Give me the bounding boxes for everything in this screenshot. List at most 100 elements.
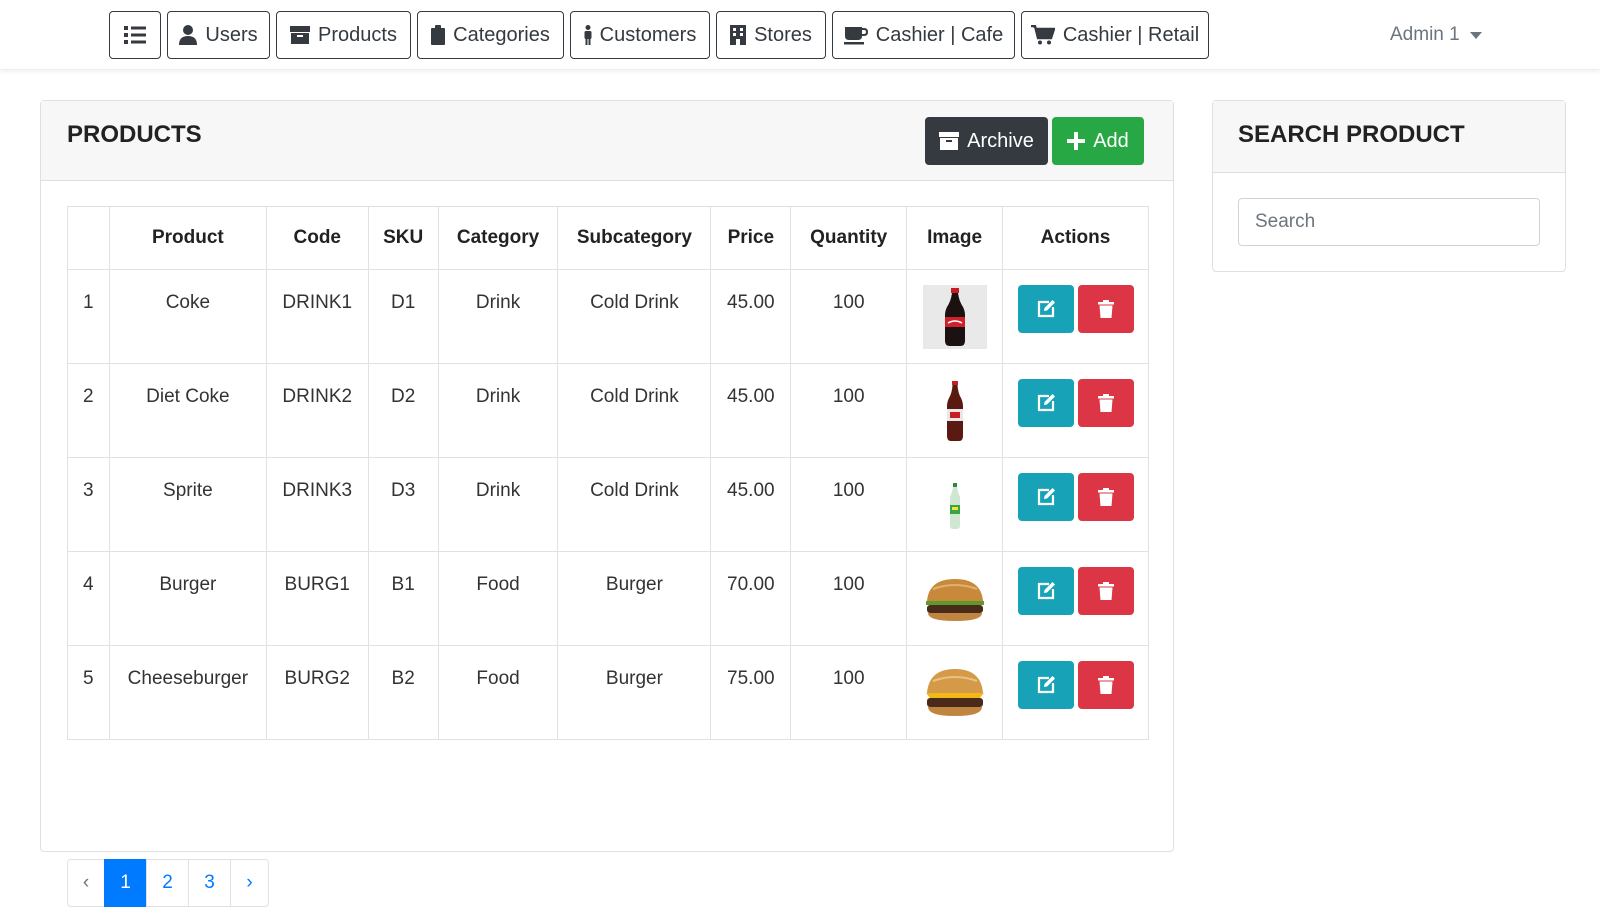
product-code: DRINK3 <box>265 457 369 552</box>
products-table: Product Code SKU Category Subcategory Pr… <box>67 206 1149 740</box>
product-image-cell <box>906 551 1004 646</box>
nav-cashier-retail-label: Cashier | Retail <box>1062 23 1200 46</box>
nav-categories-button[interactable]: Categories <box>417 11 564 59</box>
nav-cashier-cafe-button[interactable]: Cashier | Cafe <box>832 11 1015 59</box>
box-icon <box>290 26 311 44</box>
edit-button[interactable] <box>1017 285 1074 333</box>
nav-products-label: Products <box>318 23 397 46</box>
product-code: DRINK1 <box>265 269 369 364</box>
coke-bottle-image <box>922 285 987 349</box>
product-quantity: 100 <box>790 363 908 458</box>
product-category: Drink <box>437 269 559 364</box>
delete-button[interactable] <box>1077 661 1134 709</box>
nav-users-label: Users <box>205 23 258 46</box>
product-subcategory: Burger <box>557 645 712 740</box>
caret-down-icon <box>1469 31 1482 39</box>
list-icon <box>124 26 146 44</box>
row-number: 5 <box>67 645 110 740</box>
nav-products-button[interactable]: Products <box>276 11 411 59</box>
archive-icon <box>939 132 960 150</box>
nav-cashier-cafe-label: Cashier | Cafe <box>875 23 1004 46</box>
product-quantity: 100 <box>790 457 908 552</box>
product-code: BURG2 <box>265 645 369 740</box>
product-code: DRINK2 <box>265 363 369 458</box>
row-actions <box>1002 457 1149 552</box>
nav-cashier-retail-button[interactable]: Cashier | Retail <box>1021 11 1209 59</box>
product-price: 75.00 <box>710 645 792 740</box>
edit-button[interactable] <box>1017 473 1074 521</box>
trash-icon <box>1097 676 1114 694</box>
product-code: BURG1 <box>265 551 369 646</box>
column-header-category: Category <box>437 206 559 270</box>
product-subcategory: Cold Drink <box>557 363 712 458</box>
nav-categories-label: Categories <box>453 23 550 46</box>
product-name: Coke <box>108 269 267 364</box>
product-subcategory: Cold Drink <box>557 269 712 364</box>
column-header-subcategory: Subcategory <box>557 206 712 270</box>
product-category: Drink <box>437 363 559 458</box>
products-card-header: PRODUCTS Archive Add <box>41 101 1173 181</box>
product-name: Cheeseburger <box>108 645 267 740</box>
column-header-number <box>67 206 110 270</box>
table-row: 2 Diet Coke DRINK2 D2 Drink Cold Drink 4… <box>67 363 1149 458</box>
edit-button[interactable] <box>1017 567 1074 615</box>
edit-button[interactable] <box>1017 379 1074 427</box>
product-name: Sprite <box>108 457 267 552</box>
edit-icon <box>1037 582 1055 600</box>
diet-coke-bottle-image <box>922 379 987 443</box>
burger-image <box>922 567 987 631</box>
product-sku: D2 <box>367 363 439 458</box>
add-label: Add <box>1093 129 1129 152</box>
search-product-card: SEARCH PRODUCT <box>1212 100 1566 272</box>
table-row: 4 Burger BURG1 B1 Food Burger 70.00 100 <box>67 551 1149 646</box>
product-sku: D3 <box>367 457 439 552</box>
add-product-button[interactable]: Add <box>1052 117 1144 165</box>
column-header-quantity: Quantity <box>790 206 908 270</box>
nav-stores-button[interactable]: Stores <box>716 11 826 59</box>
nav-users-button[interactable]: Users <box>167 11 270 59</box>
product-quantity: 100 <box>790 269 908 364</box>
product-price: 45.00 <box>710 269 792 364</box>
product-quantity: 100 <box>790 645 908 740</box>
edit-button[interactable] <box>1017 661 1074 709</box>
archive-button[interactable]: Archive <box>925 117 1048 165</box>
trash-icon <box>1097 582 1114 600</box>
search-input[interactable] <box>1238 198 1540 246</box>
product-sku: B2 <box>367 645 439 740</box>
product-name: Diet Coke <box>108 363 267 458</box>
nav-customers-button[interactable]: Customers <box>570 11 710 59</box>
product-subcategory: Burger <box>557 551 712 646</box>
trash-icon <box>1097 300 1114 318</box>
nav-stores-label: Stores <box>754 23 812 46</box>
search-card-title: SEARCH PRODUCT <box>1238 121 1465 148</box>
product-quantity: 100 <box>790 551 908 646</box>
user-menu-dropdown[interactable]: Admin 1 <box>1390 24 1482 46</box>
product-sku: B1 <box>367 551 439 646</box>
column-header-code: Code <box>265 206 369 270</box>
delete-button[interactable] <box>1077 285 1134 333</box>
table-row: 3 Sprite DRINK3 D3 Drink Cold Drink 45.0… <box>67 457 1149 552</box>
product-image-cell <box>906 457 1004 552</box>
product-image-cell <box>906 363 1004 458</box>
delete-button[interactable] <box>1077 379 1134 427</box>
user-icon <box>179 25 198 45</box>
person-icon <box>584 25 592 45</box>
product-image-cell <box>906 645 1004 740</box>
row-number: 3 <box>67 457 110 552</box>
row-number: 4 <box>67 551 110 646</box>
edit-icon <box>1037 676 1055 694</box>
delete-button[interactable] <box>1077 567 1134 615</box>
search-card-header: SEARCH PRODUCT <box>1213 101 1565 173</box>
menu-toggle-button[interactable] <box>109 11 161 59</box>
product-subcategory: Cold Drink <box>557 457 712 552</box>
table-row: 1 Coke DRINK1 D1 Drink Cold Drink 45.00 … <box>67 269 1149 364</box>
delete-button[interactable] <box>1077 473 1134 521</box>
page-title: PRODUCTS <box>67 121 202 148</box>
product-price: 45.00 <box>710 363 792 458</box>
row-number: 1 <box>67 269 110 364</box>
product-sku: D1 <box>367 269 439 364</box>
row-actions <box>1002 363 1149 458</box>
edit-icon <box>1037 394 1055 412</box>
plus-icon <box>1067 132 1086 150</box>
user-menu-label: Admin 1 <box>1390 24 1460 45</box>
